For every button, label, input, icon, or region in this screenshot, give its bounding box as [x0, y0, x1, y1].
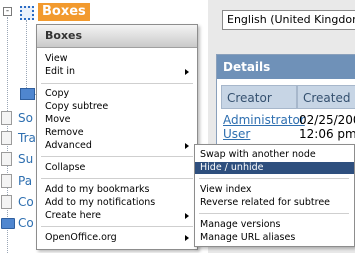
submenu-arrow-icon — [185, 143, 189, 149]
submenu-arrow-icon — [185, 235, 189, 241]
context-menu-title: Boxes — [37, 25, 197, 48]
menu-separator — [41, 178, 193, 179]
tree-node[interactable]: Pa — [0, 174, 40, 190]
submenu-item-reverse-related[interactable]: Reverse related for subtree — [195, 197, 354, 209]
submenu-item-view-index[interactable]: View index — [195, 184, 354, 196]
menu-item-label: OpenOffice.org — [45, 232, 117, 243]
tree-node-label[interactable]: Co — [18, 195, 34, 210]
submenu-arrow-icon — [185, 69, 189, 75]
menu-item-label: Create here — [45, 210, 101, 221]
menu-item-remove[interactable]: Remove — [37, 127, 197, 139]
menu-item-label: Edit in — [45, 66, 76, 77]
menu-item-label: Advanced — [45, 140, 92, 151]
tree-node[interactable]: Su — [0, 152, 40, 168]
column-header-created[interactable]: Created — [297, 85, 355, 109]
screen: - Boxes So Tra Su Pa Co Co English (Unit… — [0, 0, 355, 253]
submenu-arrow-icon — [185, 213, 189, 219]
table-header-row: Creator Created — [221, 85, 355, 109]
menu-item-move[interactable]: Move — [37, 114, 197, 126]
tree-node-label[interactable]: Pa — [18, 174, 32, 189]
menu-item-openoffice[interactable]: OpenOffice.org — [37, 232, 197, 244]
tree-root-label[interactable]: Boxes — [38, 3, 90, 21]
tree-node-label[interactable]: So — [18, 111, 33, 126]
tree-node-label[interactable]: Su — [18, 152, 33, 167]
menu-item-create-here[interactable]: Create here — [37, 210, 197, 222]
menu-separator — [199, 213, 349, 214]
menu-item-add-notifications[interactable]: Add to my notifications — [37, 197, 197, 209]
root-folder-icon — [20, 6, 34, 20]
document-icon — [1, 131, 12, 145]
details-title: Details — [217, 55, 355, 79]
menu-item-add-bookmarks[interactable]: Add to my bookmarks — [37, 184, 197, 196]
submenu-item-swap[interactable]: Swap with another node — [195, 149, 354, 161]
created-time: 12:06 pm — [299, 127, 355, 141]
tree-node[interactable]: Co — [0, 195, 40, 211]
context-menu: Boxes View Edit in Copy Copy subtree Mov… — [36, 24, 198, 250]
creator-link-line1[interactable]: Administrator — [223, 113, 305, 127]
submenu-item-manage-versions[interactable]: Manage versions — [195, 219, 354, 231]
tree-node[interactable]: So — [0, 111, 40, 127]
menu-separator — [41, 226, 193, 227]
submenu-item-manage-url-aliases[interactable]: Manage URL aliases — [195, 232, 354, 244]
folder-icon — [1, 218, 15, 229]
creator-cell[interactable]: Administrator User — [221, 113, 305, 141]
advanced-submenu: Swap with another node Hide / unhide Vie… — [194, 144, 355, 247]
menu-item-edit-in[interactable]: Edit in — [37, 66, 197, 78]
menu-item-advanced[interactable]: Advanced — [37, 140, 197, 152]
folder-icon — [20, 88, 35, 100]
tree-node-label[interactable]: Tra — [18, 131, 36, 146]
menu-item-copy-subtree[interactable]: Copy subtree — [37, 101, 197, 113]
menu-separator — [41, 83, 193, 84]
table-row: Administrator User 02/25/2008 12:06 pm — [221, 113, 355, 141]
document-icon — [1, 152, 12, 166]
tree-node[interactable]: Co — [0, 216, 40, 232]
menu-separator — [199, 178, 349, 179]
created-date: 02/25/2008 — [299, 113, 355, 127]
menu-separator — [41, 156, 193, 157]
creator-link-line2[interactable]: User — [223, 127, 297, 141]
collapse-expander-icon[interactable]: - — [3, 7, 12, 16]
language-select[interactable]: English (United Kingdom) — [222, 10, 355, 30]
tree-node[interactable]: Tra — [0, 131, 40, 147]
document-icon — [1, 111, 12, 125]
created-cell: 02/25/2008 12:06 pm — [297, 113, 355, 141]
tree-node-label[interactable]: Co — [18, 216, 34, 231]
column-header-creator[interactable]: Creator — [221, 85, 297, 109]
document-icon — [1, 174, 12, 188]
details-table: Creator Created Administrator User 02/25… — [221, 85, 355, 141]
menu-item-copy[interactable]: Copy — [37, 88, 197, 100]
document-icon — [1, 195, 12, 209]
menu-item-collapse[interactable]: Collapse — [37, 162, 197, 174]
menu-item-view[interactable]: View — [37, 53, 197, 65]
submenu-item-hide-unhide[interactable]: Hide / unhide — [195, 162, 354, 174]
